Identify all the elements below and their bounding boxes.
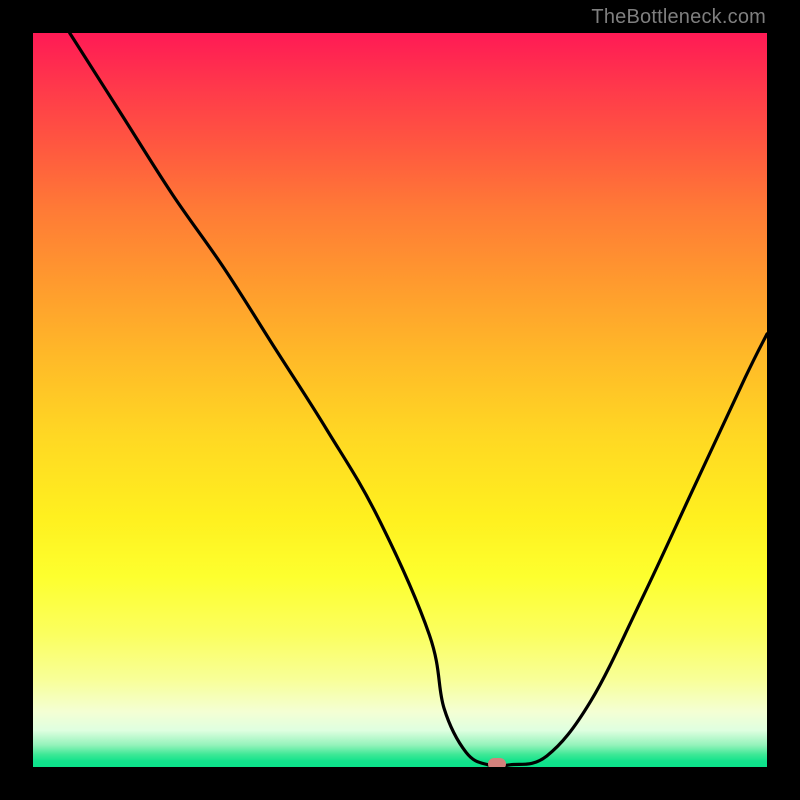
watermark-text: TheBottleneck.com <box>591 6 766 29</box>
plot-area <box>33 33 767 767</box>
bottleneck-curve <box>33 33 767 767</box>
chart-frame: TheBottleneck.com <box>0 0 800 800</box>
optimal-point-marker <box>488 758 506 767</box>
